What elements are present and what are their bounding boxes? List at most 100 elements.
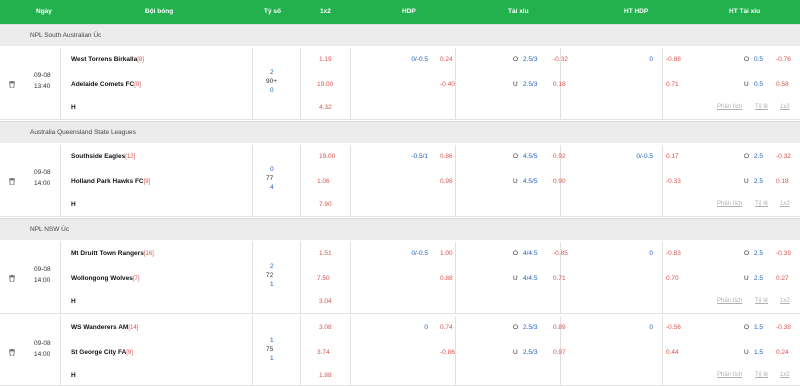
column-divider	[60, 145, 61, 217]
away-team-rank: [9]	[126, 350, 133, 356]
odds-away[interactable]: 1.06	[317, 178, 330, 185]
ht-ou-over-odds[interactable]: -0.76	[776, 56, 791, 63]
ou-under-odds[interactable]: 0.90	[553, 178, 566, 185]
odds-draw[interactable]: 1.88	[319, 372, 332, 379]
1x2-link[interactable]: 1x2	[780, 298, 790, 304]
hdp-home-odds[interactable]: 0.24	[440, 56, 453, 63]
ou-under-odds[interactable]: 0.97	[553, 349, 566, 356]
odds-home[interactable]: 1.19	[319, 56, 332, 63]
column-divider	[662, 145, 663, 217]
league-header[interactable]: NPL South Australian Úc	[0, 24, 800, 46]
analysis-link[interactable]: Phân tích	[717, 372, 742, 378]
ht-hdp-home-odds[interactable]: -0.83	[666, 250, 681, 257]
away-team-name: Adelaide Comets FC	[71, 81, 135, 88]
analysis-link[interactable]: Phân tích	[717, 104, 742, 110]
column-divider	[60, 316, 61, 386]
hdp-away-odds[interactable]: 0.88	[440, 275, 453, 282]
ratio-link[interactable]: Tỷ lệ	[755, 372, 768, 378]
ou-over-odds[interactable]: 0.92	[553, 153, 566, 160]
column-divider	[252, 48, 253, 120]
away-team[interactable]: Wollongong Wolves[7]	[71, 275, 140, 282]
trash-icon[interactable]	[9, 81, 15, 88]
ht-ou-under-label: U	[744, 275, 749, 282]
row-divider	[0, 216, 800, 217]
ht-hdp-away-odds[interactable]: 0.44	[666, 349, 679, 356]
away-team-rank: [9]	[143, 179, 151, 185]
match-date: 09-08	[34, 169, 51, 176]
ratio-link[interactable]: Tỷ lệ	[755, 298, 768, 304]
analysis-link[interactable]: Phân tích	[717, 201, 742, 207]
column-divider	[252, 242, 253, 314]
score-home: 0	[270, 166, 274, 173]
1x2-link[interactable]: 1x2	[780, 201, 790, 207]
ht-ou-under-odds[interactable]: 0.24	[776, 349, 789, 356]
score-away: 1	[270, 281, 274, 288]
ht-ou-over-label: O	[744, 153, 750, 160]
odds-home[interactable]: 1.51	[319, 250, 332, 257]
ht-hdp-away-odds[interactable]: 0.70	[666, 275, 679, 282]
away-team[interactable]: Adelaide Comets FC[9]	[71, 81, 141, 88]
ht-hdp-home-odds[interactable]: -0.88	[666, 56, 681, 63]
ht-ou-line-over: 0.5	[754, 56, 764, 63]
home-team[interactable]: West Torrens Birkalla[8]	[71, 56, 144, 63]
draw-label: H	[71, 201, 76, 208]
ht-ou-over-odds[interactable]: -0.39	[776, 250, 791, 257]
away-team[interactable]: St George City FA[9]	[71, 349, 133, 356]
column-divider	[662, 48, 663, 120]
home-team-rank: [16]	[143, 251, 154, 257]
ou-over-odds[interactable]: 0.89	[553, 324, 566, 331]
league-header[interactable]: Australia Queensland State Leagues	[0, 121, 800, 143]
hdp-home-odds[interactable]: 0.74	[440, 324, 453, 331]
ou-line-under: 4/4.5	[523, 275, 538, 282]
ht-hdp-home-odds[interactable]: 0.17	[666, 153, 679, 160]
ht-ou-under-odds[interactable]: 0.58	[776, 81, 789, 88]
ht-ou-under-odds[interactable]: 0.27	[776, 275, 789, 282]
hdp-home-odds[interactable]: 1.00	[440, 250, 453, 257]
ht-ou-over-odds[interactable]: -0.38	[776, 324, 791, 331]
home-team[interactable]: WS Wanderers AM[14]	[71, 324, 138, 331]
ht-ou-over-odds[interactable]: -0.32	[776, 153, 791, 160]
home-team[interactable]: Mt Druitt Town Rangers[16]	[71, 250, 154, 257]
trash-icon[interactable]	[9, 349, 15, 356]
ht-hdp-away-odds[interactable]: 0.71	[666, 81, 679, 88]
ratio-link[interactable]: Tỷ lệ	[755, 201, 768, 207]
trash-icon[interactable]	[9, 178, 15, 185]
ratio-link[interactable]: Tỷ lệ	[755, 104, 768, 110]
hdp-away-odds[interactable]: 0.98	[440, 178, 453, 185]
ht-hdp-away-odds[interactable]: -0.33	[666, 178, 681, 185]
odds-draw[interactable]: 4.32	[319, 104, 332, 111]
analysis-link[interactable]: Phân tích	[717, 298, 742, 304]
odds-draw[interactable]: 3.04	[319, 298, 332, 305]
1x2-link[interactable]: 1x2	[780, 104, 790, 110]
ht-ou-under-label: U	[744, 349, 749, 356]
hdp-home-odds[interactable]: 0.86	[440, 153, 453, 160]
hdp-away-odds[interactable]: -0.86	[440, 349, 455, 356]
away-team[interactable]: Holland Park Hawks FC[9]	[71, 178, 150, 185]
ht-hdp-home-odds[interactable]: -0.56	[666, 324, 681, 331]
odds-away[interactable]: 19.00	[317, 81, 333, 88]
ht-ou-line-under: 1.5	[754, 349, 764, 356]
ou-over-odds[interactable]: -0.32	[553, 56, 568, 63]
col-over-under: Tài xỉu	[508, 8, 529, 15]
ht-ou-under-odds[interactable]: 0.18	[776, 178, 789, 185]
odds-away[interactable]: 3.74	[317, 349, 330, 356]
ou-under-odds[interactable]: 0.71	[553, 275, 566, 282]
odds-away[interactable]: 7.50	[317, 275, 330, 282]
league-header[interactable]: NPL NSW Úc	[0, 218, 800, 240]
ou-line-over: 2.5/3	[523, 324, 538, 331]
column-divider	[300, 145, 301, 217]
ou-over-odds[interactable]: -0.85	[553, 250, 568, 257]
home-team[interactable]: Southside Eagles[12]	[71, 153, 135, 160]
hdp-away-odds[interactable]: -0.40	[440, 81, 455, 88]
odds-home[interactable]: 3.08	[319, 324, 332, 331]
column-divider	[455, 242, 456, 314]
trash-icon[interactable]	[9, 275, 15, 282]
match-time: 14:00	[34, 351, 51, 358]
odds-home[interactable]: 19.00	[319, 153, 335, 160]
ou-under-label: U	[513, 81, 518, 88]
1x2-link[interactable]: 1x2	[780, 372, 790, 378]
ou-under-odds[interactable]: 0.18	[553, 81, 566, 88]
away-team-rank: [9]	[134, 82, 141, 88]
column-divider	[455, 145, 456, 217]
odds-draw[interactable]: 7.90	[319, 201, 332, 208]
